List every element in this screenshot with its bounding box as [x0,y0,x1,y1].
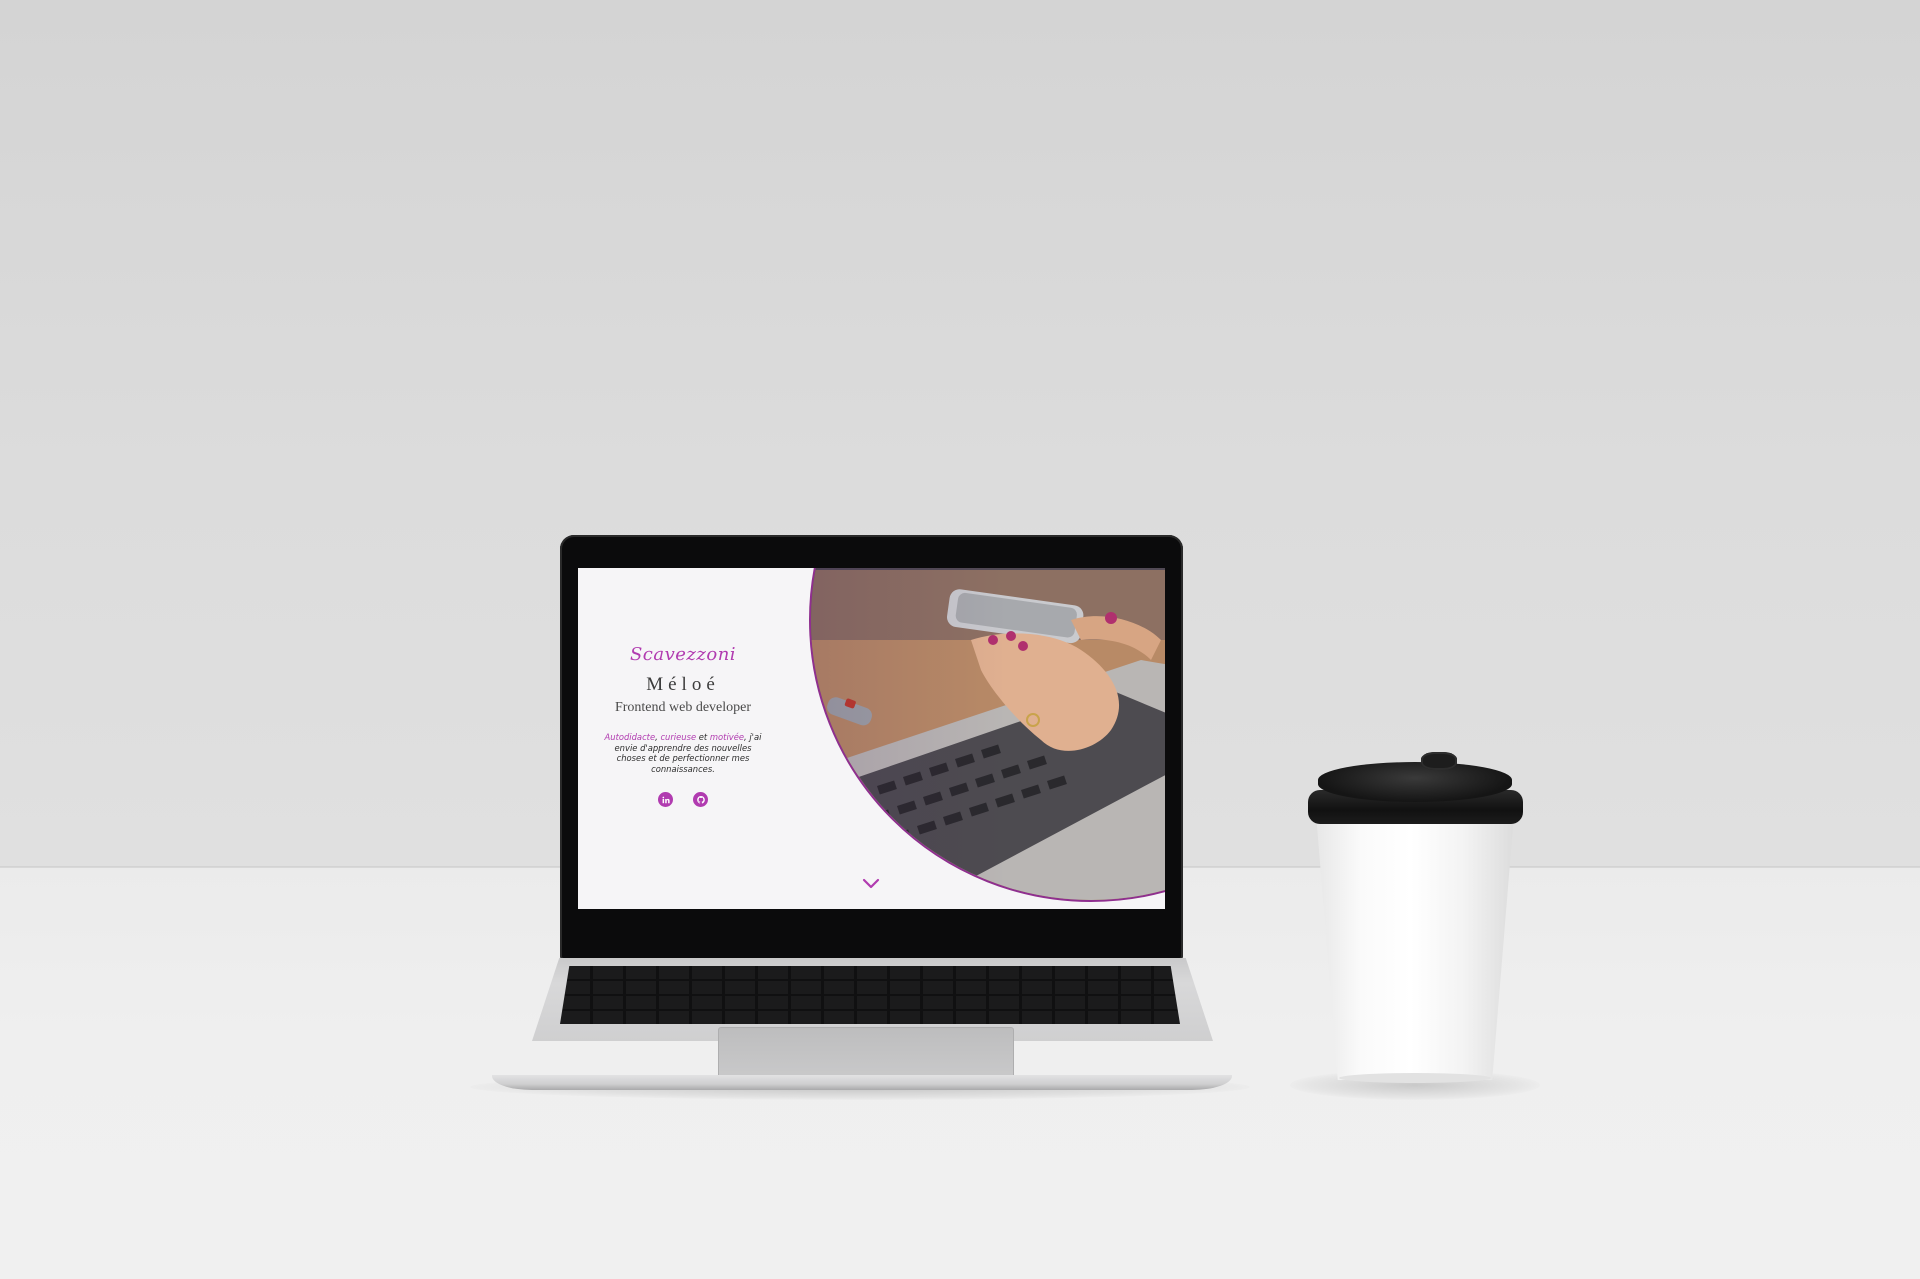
github-icon[interactable] [693,792,708,807]
hero-photo [809,568,1165,909]
chevron-down-icon[interactable] [862,878,880,890]
job-title: Frontend web developer [614,700,752,715]
coffee-cup-bottom [1339,1073,1491,1083]
hero-intro: Scavezzoni Méloé Frontend web developer … [578,568,788,909]
coffee-cup-lid [1318,762,1512,802]
bio-keyword: Autodidacte [604,732,656,742]
laptop-keyboard [560,966,1180,1024]
laptop-trackpad [718,1027,1014,1079]
laptop-display: Scavezzoni Méloé Frontend web developer … [578,568,1165,909]
linkedin-icon[interactable] [658,792,673,807]
bio-keyword: motivée [709,732,745,742]
person-name: Méloé [646,674,720,695]
coffee-cup-sip-hole [1421,752,1457,770]
bio-keyword: curieuse [660,732,697,742]
brand-name: Scavezzoni [629,644,737,665]
bio-separator: et [696,732,710,742]
hero-photo-circle [809,568,1165,902]
coffee-cup-body [1316,814,1514,1080]
laptop-lip [492,1075,1232,1090]
social-links [578,792,788,807]
photo-tint [811,568,1165,900]
bio-text: Autodidacte, curieuse et motivée, j'ai e… [602,732,764,774]
